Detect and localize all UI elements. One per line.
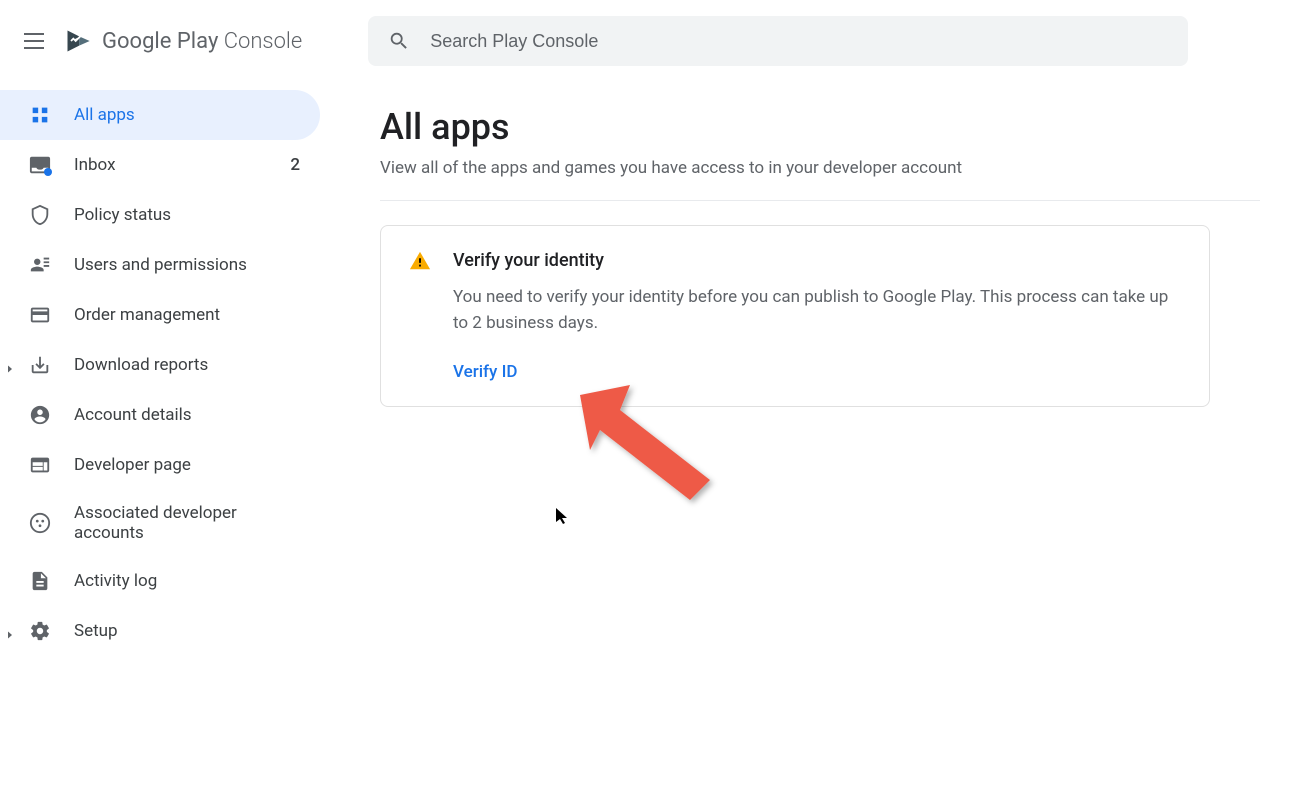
users-icon — [28, 253, 52, 277]
shield-icon — [28, 203, 52, 227]
header: Google Play Console — [0, 0, 1300, 82]
alert-text: You need to verify your identity before … — [453, 285, 1181, 336]
sidebar-item-label: Activity log — [74, 571, 300, 591]
alert-title: Verify your identity — [453, 250, 1181, 271]
gear-icon — [28, 619, 52, 643]
sidebar-item-label: Users and permissions — [74, 255, 300, 275]
sidebar-item-associated-accounts[interactable]: Associated developer accounts — [0, 490, 320, 556]
all-apps-icon — [28, 103, 52, 127]
sidebar-item-label: Setup — [74, 621, 300, 641]
main-content: All apps View all of the apps and games … — [340, 82, 1300, 656]
sidebar-item-label: Associated developer accounts — [74, 503, 300, 543]
logo[interactable]: Google Play Console — [64, 27, 302, 55]
sidebar-item-users-permissions[interactable]: Users and permissions — [0, 240, 320, 290]
inbox-badge: 2 — [290, 155, 300, 175]
chevron-right-icon — [4, 360, 14, 370]
credit-card-icon — [28, 303, 52, 327]
sidebar-item-label: All apps — [74, 105, 300, 125]
sidebar-item-label: Download reports — [74, 355, 300, 375]
sidebar-item-label: Inbox — [74, 155, 268, 175]
search-input[interactable] — [430, 31, 1168, 52]
logo-text: Google Play Console — [102, 29, 302, 54]
sidebar-item-policy-status[interactable]: Policy status — [0, 190, 320, 240]
warning-icon — [409, 250, 431, 272]
sidebar-item-activity-log[interactable]: Activity log — [0, 556, 320, 606]
chevron-right-icon — [4, 626, 14, 636]
account-icon — [28, 403, 52, 427]
divider — [380, 200, 1260, 201]
hamburger-menu-button[interactable] — [24, 29, 48, 53]
sidebar-item-developer-page[interactable]: Developer page — [0, 440, 320, 490]
sidebar-item-setup[interactable]: Setup — [0, 606, 320, 656]
search-icon — [388, 30, 410, 52]
page-title: All apps — [380, 106, 1260, 148]
sidebar-item-order-management[interactable]: Order management — [0, 290, 320, 340]
sidebar-item-inbox[interactable]: Inbox 2 — [0, 140, 320, 190]
sidebar: All apps Inbox 2 Policy status Users and… — [0, 82, 340, 656]
sidebar-item-download-reports[interactable]: Download reports — [0, 340, 320, 390]
verify-identity-card: Verify your identity You need to verify … — [380, 225, 1210, 407]
notification-dot — [44, 168, 52, 176]
group-icon — [28, 511, 52, 535]
download-icon — [28, 353, 52, 377]
verify-id-link[interactable]: Verify ID — [453, 362, 518, 382]
sidebar-item-account-details[interactable]: Account details — [0, 390, 320, 440]
sidebar-item-all-apps[interactable]: All apps — [0, 90, 320, 140]
web-icon — [28, 453, 52, 477]
sidebar-item-label: Order management — [74, 305, 300, 325]
sidebar-item-label: Account details — [74, 405, 300, 425]
document-icon — [28, 569, 52, 593]
play-console-icon — [64, 27, 92, 55]
page-subtitle: View all of the apps and games you have … — [380, 158, 1260, 178]
sidebar-item-label: Policy status — [74, 205, 300, 225]
sidebar-item-label: Developer page — [74, 455, 300, 475]
search-bar[interactable] — [368, 16, 1188, 66]
